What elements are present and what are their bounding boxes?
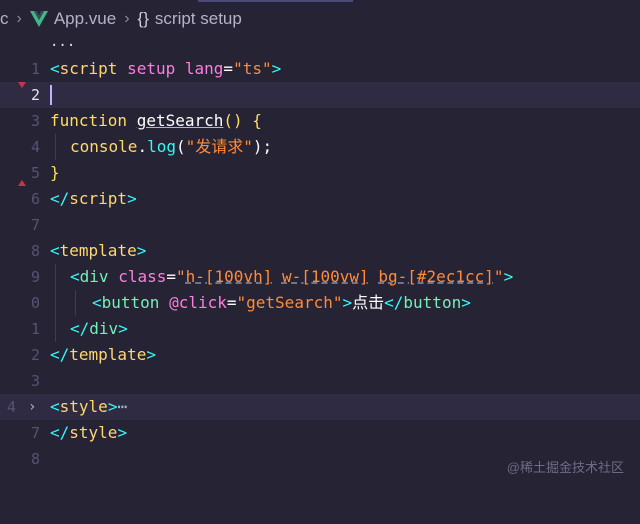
collapsed-region[interactable]: ... (0, 32, 640, 52)
line-number: 3 (30, 372, 40, 390)
code-line[interactable]: 3 function getSearch() { (0, 108, 640, 134)
line-number: 4 (30, 138, 40, 156)
line-number: 9 (30, 268, 40, 286)
line-number: 4 (6, 398, 16, 416)
code-line[interactable]: 9 <div class="h-[100vh] w-[100vw] bg-[#2… (0, 264, 640, 290)
code-line[interactable]: 3 (0, 368, 640, 394)
folded-ellipsis: ⋯ (117, 397, 128, 416)
code-line[interactable]: 7 </style> (0, 420, 640, 446)
line-number: 6 (30, 190, 40, 208)
watermark: @稀土掘金技术社区 (506, 460, 624, 475)
line-number: 1 (30, 320, 40, 338)
line-number: 1 (30, 60, 40, 78)
indent-guide (75, 290, 76, 316)
code-line[interactable]: 1 <script setup lang="ts"> (0, 56, 640, 82)
breakpoint-marker (18, 82, 26, 88)
breadcrumb-root[interactable]: c (0, 9, 9, 29)
text-cursor (50, 85, 52, 105)
code-editor[interactable]: ... 1 <script setup lang="ts"> 2 3 funct… (0, 34, 640, 492)
breadcrumb-symbol[interactable]: {} script setup (138, 9, 242, 29)
line-number: 7 (30, 216, 40, 234)
line-number: 0 (30, 294, 40, 312)
braces-icon: {} (137, 9, 149, 28)
vue-icon (29, 11, 48, 27)
code-line[interactable]: 8 <template> (0, 238, 640, 264)
line-number: 8 (30, 242, 40, 260)
code-line-folded[interactable]: 4 › <style>⋯ (0, 394, 640, 420)
chevron-right-icon[interactable]: › (28, 394, 36, 420)
line-number: 2 (30, 346, 40, 364)
code-line[interactable]: 0 <button @click="getSearch">点击</button> (0, 290, 640, 316)
code-line[interactable]: 5 } (0, 160, 640, 186)
code-line[interactable]: 2 </template> (0, 342, 640, 368)
indent-guide (55, 264, 56, 342)
line-number: 3 (30, 112, 40, 130)
line-number: 8 (30, 450, 40, 468)
chevron-right-icon: › (16, 10, 22, 27)
code-line[interactable]: 7 (0, 212, 640, 238)
code-line-current[interactable]: 2 (0, 82, 640, 108)
indent-guide (55, 134, 56, 160)
code-line[interactable]: 6 </script> (0, 186, 640, 212)
breadcrumb-file[interactable]: App.vue (29, 9, 116, 29)
code-line[interactable]: 1 </div> (0, 316, 640, 342)
code-line[interactable]: 4 console.log("发请求"); (0, 134, 640, 160)
line-number: 7 (30, 424, 40, 442)
chevron-right-icon: › (124, 10, 130, 27)
